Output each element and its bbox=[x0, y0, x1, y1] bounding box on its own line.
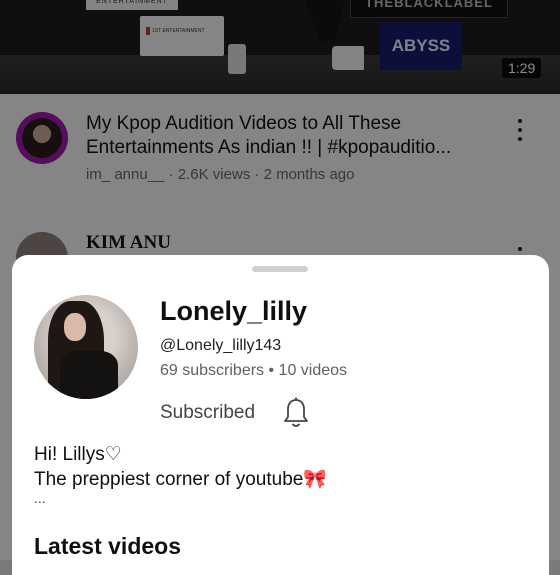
channel-handle: @Lonely_lilly143 bbox=[160, 337, 282, 354]
latest-videos-heading: Latest videos bbox=[34, 533, 181, 559]
channel-name[interactable]: Lonely_lilly bbox=[160, 296, 307, 327]
subscribed-button[interactable]: Subscribed bbox=[160, 402, 255, 424]
channel-avatar[interactable] bbox=[34, 295, 138, 399]
description-more[interactable]: ... bbox=[34, 491, 327, 505]
description-line-2: The preppiest corner of youtube🎀 bbox=[34, 469, 327, 490]
channel-bottom-sheet: Lonely_lilly @Lonely_lilly143 69 subscri… bbox=[12, 255, 549, 575]
drag-handle[interactable] bbox=[252, 266, 308, 272]
bell-icon[interactable] bbox=[283, 397, 309, 429]
channel-stats: 69 subscribers • 10 videos bbox=[160, 362, 348, 379]
channel-description: Hi! Lillys♡ The preppiest corner of yout… bbox=[34, 442, 327, 505]
description-line-1: Hi! Lillys♡ bbox=[34, 444, 122, 465]
